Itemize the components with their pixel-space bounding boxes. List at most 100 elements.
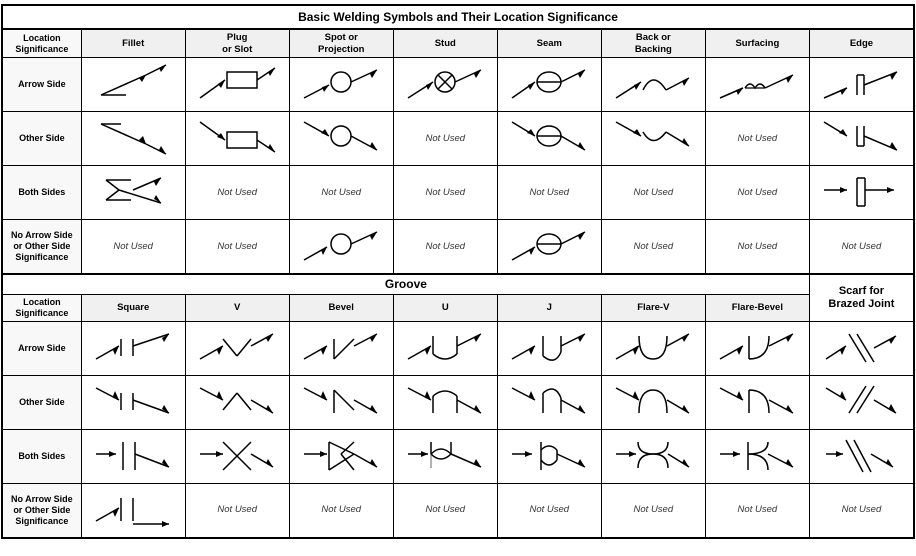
seam-no-arrow: [497, 220, 601, 275]
stud-no-arrow: Not Used: [393, 220, 497, 275]
header-j: J: [497, 295, 601, 322]
scarf-arrow-side: [809, 321, 914, 375]
header-plug-slot: Plugor Slot: [185, 29, 289, 57]
edge-both-sides: [809, 166, 914, 220]
groove-header-row: LocationSignificance Square V Bevel U J …: [2, 295, 914, 322]
welding-symbols-table: Basic Welding Symbols and Their Location…: [1, 4, 915, 539]
j-both-sides: [497, 429, 601, 483]
surfacing-arrow-side: [705, 58, 809, 112]
groove-other-side-row: Other Side: [2, 375, 914, 429]
header-bevel: Bevel: [289, 295, 393, 322]
bevel-arrow-side: [289, 321, 393, 375]
u-arrow-side: [393, 321, 497, 375]
j-no-arrow: Not Used: [497, 483, 601, 538]
groove-section-header: Groove Scarf forBrazed Joint: [2, 274, 914, 295]
groove-loc-both-sides: Both Sides: [2, 429, 81, 483]
seam-arrow-side: [497, 58, 601, 112]
header-seam: Seam: [497, 29, 601, 57]
header-flare-v: Flare-V: [601, 295, 705, 322]
bevel-both-sides: [289, 429, 393, 483]
plug-both-sides: Not Used: [185, 166, 289, 220]
fillet-arrow-side: [81, 58, 185, 112]
back-arrow-side: [601, 58, 705, 112]
stud-other-side: Not Used: [393, 112, 497, 166]
plug-no-arrow: Not Used: [185, 220, 289, 275]
seam-other-side: [497, 112, 601, 166]
fillet-both-sides: [81, 166, 185, 220]
row-other-side-top: Other Side: [2, 112, 914, 166]
spot-arrow-side: [289, 58, 393, 112]
square-other-side: [81, 375, 185, 429]
surfacing-other-side: Not Used: [705, 112, 809, 166]
header-stud: Stud: [393, 29, 497, 57]
groove-loc-other-side: Other Side: [2, 375, 81, 429]
flare-v-other-side: [601, 375, 705, 429]
j-arrow-side: [497, 321, 601, 375]
header-v: V: [185, 295, 289, 322]
groove-loc-arrow-side: Arrow Side: [2, 321, 81, 375]
flare-bevel-arrow-side: [705, 321, 809, 375]
header-scarf: Scarf forBrazed Joint: [809, 274, 914, 321]
scarf-other-side: [809, 375, 914, 429]
spot-both-sides: Not Used: [289, 166, 393, 220]
header-groove-location: LocationSignificance: [2, 295, 81, 322]
fillet-no-arrow: Not Used: [81, 220, 185, 275]
back-other-side: [601, 112, 705, 166]
bevel-other-side: [289, 375, 393, 429]
u-no-arrow: Not Used: [393, 483, 497, 538]
loc-both-sides: Both Sides: [2, 166, 81, 220]
flare-v-both-sides: [601, 429, 705, 483]
row-no-arrow-top: No Arrow Sideor Other SideSignificance N…: [2, 220, 914, 275]
square-no-arrow: [81, 483, 185, 538]
groove-loc-no-arrow: No Arrow Sideor Other SideSignificance: [2, 483, 81, 538]
header-surfacing: Surfacing: [705, 29, 809, 57]
flare-v-no-arrow: Not Used: [601, 483, 705, 538]
groove-arrow-side-row: Arrow Side: [2, 321, 914, 375]
header-location: LocationSignificance: [2, 29, 81, 57]
edge-arrow-side: [809, 58, 914, 112]
flare-bevel-other-side: [705, 375, 809, 429]
header-u: U: [393, 295, 497, 322]
loc-other-side: Other Side: [2, 112, 81, 166]
j-other-side: [497, 375, 601, 429]
stud-both-sides: Not Used: [393, 166, 497, 220]
spot-other-side: [289, 112, 393, 166]
groove-no-arrow-row: No Arrow Sideor Other SideSignificance N…: [2, 483, 914, 538]
plug-arrow-side: [185, 58, 289, 112]
groove-both-sides-row: Both Sides: [2, 429, 914, 483]
flare-bevel-both-sides: [705, 429, 809, 483]
stud-arrow-side: [393, 58, 497, 112]
flare-v-arrow-side: [601, 321, 705, 375]
u-both-sides: [393, 429, 497, 483]
header-flare-bevel: Flare-Bevel: [705, 295, 809, 322]
square-arrow-side: [81, 321, 185, 375]
table-title: Basic Welding Symbols and Their Location…: [2, 5, 914, 29]
fillet-other-side: [81, 112, 185, 166]
surfacing-both-sides: Not Used: [705, 166, 809, 220]
header-back-backing: Back orBacking: [601, 29, 705, 57]
header-fillet: Fillet: [81, 29, 185, 57]
scarf-no-arrow: Not Used: [809, 483, 914, 538]
flare-bevel-no-arrow: Not Used: [705, 483, 809, 538]
title-row: Basic Welding Symbols and Their Location…: [2, 5, 914, 29]
header-edge: Edge: [809, 29, 914, 57]
v-no-arrow: Not Used: [185, 483, 289, 538]
square-both-sides: [81, 429, 185, 483]
top-header-row: LocationSignificance Fillet Plugor Slot …: [2, 29, 914, 57]
scarf-both-sides: [809, 429, 914, 483]
seam-both-sides: Not Used: [497, 166, 601, 220]
bevel-no-arrow: Not Used: [289, 483, 393, 538]
loc-arrow-side: Arrow Side: [2, 58, 81, 112]
groove-title: Groove: [2, 274, 809, 295]
row-both-sides-top: Both Sides Not Used Not Used: [2, 166, 914, 220]
header-spot-proj: Spot orProjection: [289, 29, 393, 57]
surfacing-no-arrow: Not Used: [705, 220, 809, 275]
edge-other-side: [809, 112, 914, 166]
header-square: Square: [81, 295, 185, 322]
plug-other-side: [185, 112, 289, 166]
back-no-arrow: Not Used: [601, 220, 705, 275]
v-other-side: [185, 375, 289, 429]
edge-no-arrow: Not Used: [809, 220, 914, 275]
spot-no-arrow: [289, 220, 393, 275]
v-both-sides: [185, 429, 289, 483]
